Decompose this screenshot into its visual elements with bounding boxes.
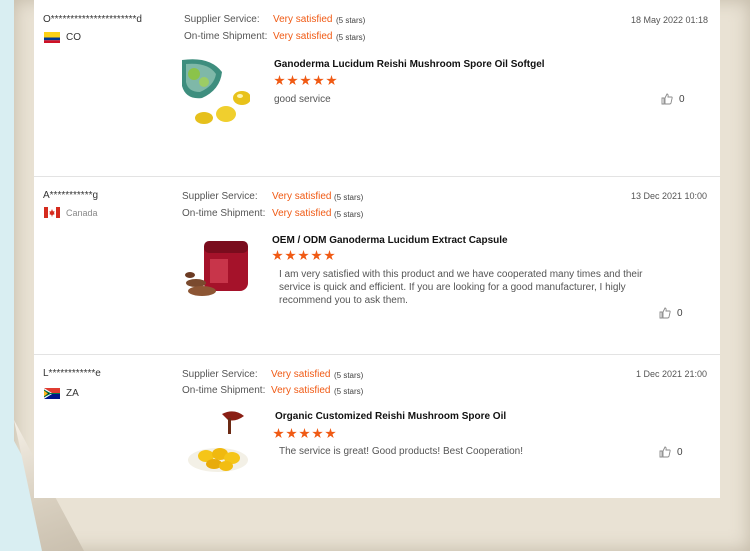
colombia-flag-icon xyxy=(44,32,60,43)
supplier-service-label: Supplier Service: xyxy=(184,14,260,25)
star-icon xyxy=(324,250,335,261)
star-icon xyxy=(312,428,323,439)
like-count: 0 xyxy=(677,446,683,458)
star-icon xyxy=(286,428,297,439)
country-code: ZA xyxy=(66,388,79,399)
shipment-value: Very satisfied xyxy=(271,385,331,396)
product-thumbnail[interactable] xyxy=(182,231,252,301)
star-icon xyxy=(313,75,324,86)
supplier-service-value: Very satisfied xyxy=(272,191,332,202)
star-icon xyxy=(311,250,322,261)
review-comment: The service is great! Good products! Bes… xyxy=(279,446,524,457)
comment-line: I am very satisfied with this product an… xyxy=(279,269,643,280)
reviewer-country: ZA xyxy=(44,388,79,399)
star-icon xyxy=(274,75,285,86)
review-date: 13 Dec 2021 10:00 xyxy=(631,191,708,201)
product-rating xyxy=(273,428,336,439)
supplier-stars-text: (5 stars) xyxy=(336,16,366,25)
shipment-label: On-time Shipment: xyxy=(182,208,266,219)
product-rating xyxy=(272,250,335,261)
shipment-value: Very satisfied xyxy=(272,208,332,219)
reviews-panel: O**********************d CO Supplier Ser… xyxy=(34,0,720,498)
shipment-stars-text: (5 stars) xyxy=(334,210,364,219)
thumbs-up-icon xyxy=(659,307,671,319)
star-icon xyxy=(272,250,283,261)
south-africa-flag-icon xyxy=(44,388,60,399)
review-card: A***********g Canada Supplier Service: V… xyxy=(34,176,720,354)
country-code: CO xyxy=(66,32,81,43)
like-button[interactable]: 0 xyxy=(661,93,685,105)
supplier-stars-text: (5 stars) xyxy=(334,193,364,202)
reviewer-country: Canada xyxy=(44,207,98,218)
supplier-service-value: Very satisfied xyxy=(271,369,331,380)
comment-line: service is quick and efficient. If you a… xyxy=(279,282,626,293)
supplier-stars-text: (5 stars) xyxy=(334,371,364,380)
product-rating xyxy=(274,75,337,86)
star-icon xyxy=(299,428,310,439)
reviewer-name: A***********g xyxy=(43,190,99,201)
review-comment: I am very satisfied with this product an… xyxy=(279,268,643,307)
star-icon xyxy=(285,250,296,261)
reviewer-country: CO xyxy=(44,32,81,43)
supplier-service-label: Supplier Service: xyxy=(182,191,258,202)
product-title[interactable]: OEM / ODM Ganoderma Lucidum Extract Caps… xyxy=(272,235,508,246)
star-icon xyxy=(287,75,298,86)
reviewer-name: L************e xyxy=(43,368,101,379)
shipment-stars-text: (5 stars) xyxy=(334,387,364,396)
country-name: Canada xyxy=(66,207,98,218)
canada-flag-icon xyxy=(44,207,60,218)
star-icon xyxy=(273,428,284,439)
thumbs-up-icon xyxy=(659,446,671,458)
star-icon xyxy=(300,75,311,86)
thumbs-up-icon xyxy=(661,93,673,105)
star-icon xyxy=(326,75,337,86)
supplier-service-value: Very satisfied xyxy=(273,14,333,25)
supplier-service-label: Supplier Service: xyxy=(182,369,258,380)
reviewer-name: O**********************d xyxy=(43,14,142,25)
review-card: O**********************d CO Supplier Ser… xyxy=(34,0,720,176)
review-date: 18 May 2022 01:18 xyxy=(631,15,709,25)
review-comment: good service xyxy=(274,94,331,105)
like-button[interactable]: 0 xyxy=(659,307,683,319)
product-title[interactable]: Ganoderma Lucidum Reishi Mushroom Spore … xyxy=(274,59,545,70)
review-date: 1 Dec 2021 21:00 xyxy=(636,369,708,379)
product-title[interactable]: Organic Customized Reishi Mushroom Spore… xyxy=(275,411,506,422)
star-icon xyxy=(298,250,309,261)
shipment-stars-text: (5 stars) xyxy=(336,33,366,42)
like-count: 0 xyxy=(679,93,685,105)
shipment-label: On-time Shipment: xyxy=(184,31,268,42)
shipment-label: On-time Shipment: xyxy=(182,385,266,396)
like-button[interactable]: 0 xyxy=(659,446,683,458)
review-card: L************e ZA Supplier Service: Very… xyxy=(34,354,720,498)
shipment-value: Very satisfied xyxy=(273,31,333,42)
star-icon xyxy=(325,428,336,439)
comment-line: recommend you to ask them. xyxy=(279,295,408,306)
like-count: 0 xyxy=(677,307,683,319)
product-thumbnail[interactable] xyxy=(180,56,250,126)
product-thumbnail[interactable] xyxy=(184,408,254,478)
